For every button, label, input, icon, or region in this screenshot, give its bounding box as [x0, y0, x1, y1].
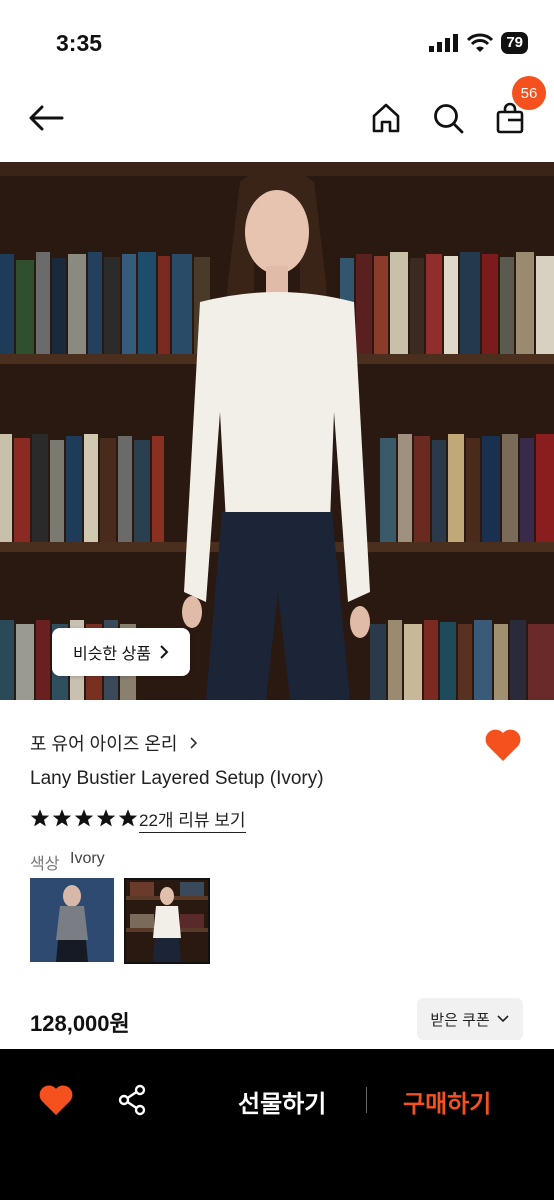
chevron-right-icon	[160, 645, 169, 659]
color-option-thumbnail-selected[interactable]	[124, 878, 210, 964]
wifi-icon	[467, 33, 494, 52]
star-icon	[118, 809, 138, 827]
star-icon	[30, 809, 50, 827]
brand-link[interactable]: 포 유어 아이즈 온리	[30, 730, 199, 756]
thumbnail-ivory-image	[126, 880, 208, 962]
thumbnail-grey-image	[30, 878, 114, 962]
chevron-right-icon	[189, 737, 197, 749]
cart-count-badge: 56	[512, 76, 546, 110]
status-icons: 79	[429, 32, 528, 54]
color-label: 색상	[30, 856, 60, 873]
home-button[interactable]	[364, 96, 408, 140]
product-image[interactable]	[0, 162, 554, 700]
coupon-label: 받은 쿠폰	[430, 1011, 490, 1029]
star-icon	[96, 809, 116, 827]
signal-icon	[429, 34, 459, 52]
back-button[interactable]	[24, 96, 68, 140]
gift-button[interactable]: 선물하기	[238, 1084, 326, 1119]
buy-button[interactable]: 구매하기	[403, 1084, 491, 1119]
product-price: 128,000원	[30, 1011, 130, 1036]
search-icon	[434, 104, 464, 134]
similar-products-label: 비슷한 상품	[72, 646, 152, 663]
product-photo	[0, 162, 554, 700]
star-icon	[74, 809, 94, 827]
heart-icon	[485, 729, 521, 761]
arrow-left-icon	[29, 105, 64, 131]
product-title: Lany Bustier Layered Setup (Ivory)	[30, 768, 324, 789]
chevron-down-icon	[497, 1015, 509, 1023]
brand-name: 포 유어 아이즈 온리	[30, 734, 178, 754]
search-button[interactable]	[426, 96, 470, 140]
coupon-button[interactable]: 받은 쿠폰	[417, 998, 523, 1040]
bottom-action-bar	[0, 1049, 554, 1200]
battery-indicator: 79	[501, 32, 528, 54]
cart-button[interactable]: 56	[488, 76, 546, 140]
rating-stars	[30, 808, 138, 828]
bottom-divider	[366, 1087, 367, 1113]
share-icon	[118, 1084, 146, 1116]
share-button[interactable]	[116, 1084, 148, 1121]
heart-icon	[39, 1085, 73, 1116]
color-option-thumbnail[interactable]	[30, 878, 114, 962]
wishlist-button[interactable]	[484, 728, 522, 767]
star-icon	[52, 809, 72, 827]
home-icon	[372, 103, 400, 133]
similar-products-button[interactable]: 비슷한 상품	[52, 628, 190, 676]
bottom-wishlist-button[interactable]	[38, 1084, 74, 1121]
review-link[interactable]: 22개 리뷰 보기	[139, 806, 246, 833]
color-value: Ivory	[70, 850, 105, 867]
status-time: 3:35	[56, 30, 103, 56]
